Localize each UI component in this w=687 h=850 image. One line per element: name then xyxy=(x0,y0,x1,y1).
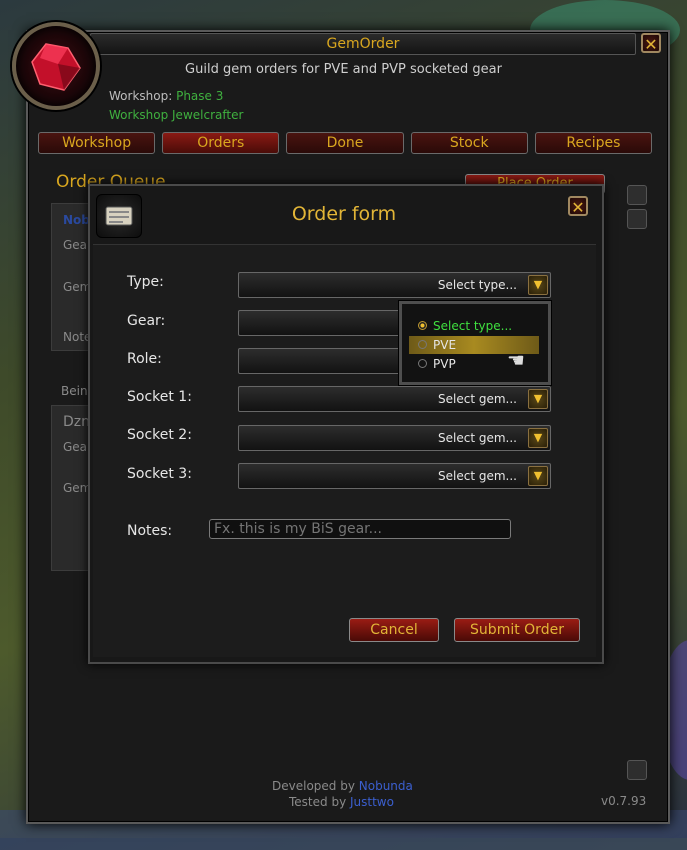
tester-credit: Tested by Justtwo xyxy=(289,795,394,809)
developer-name: Nobunda xyxy=(358,779,413,793)
option-label: PVE xyxy=(433,338,457,352)
card-gear-label: Gea xyxy=(63,238,88,252)
scroll-up-button[interactable] xyxy=(627,185,647,205)
type-value: Select type... xyxy=(437,278,517,292)
chevron-down-icon[interactable]: ▼ xyxy=(528,275,548,295)
card-gear-label: Gea xyxy=(63,440,88,454)
scroll-down-button[interactable] xyxy=(627,760,647,780)
notes-label: Notes: xyxy=(127,523,173,539)
workshop-label: Workshop: xyxy=(109,89,173,103)
tab-bar: Workshop Orders Done Stock Recipes xyxy=(38,132,653,156)
submit-order-button[interactable]: Submit Order xyxy=(454,618,580,642)
socket2-dropdown[interactable]: Select gem... ▼ xyxy=(238,425,551,451)
workshop-value: Phase 3 xyxy=(176,89,224,103)
socket1-dropdown[interactable]: Select gem... ▼ xyxy=(238,386,551,412)
option-label: PVP xyxy=(433,357,456,371)
tab-recipes[interactable]: Recipes xyxy=(534,132,653,154)
app-subtitle: Guild gem orders for PVE and PVP sockete… xyxy=(185,62,502,77)
radio-icon xyxy=(418,359,427,368)
cancel-button[interactable]: Cancel xyxy=(349,618,439,642)
card-name: Nob xyxy=(63,213,90,227)
socket2-label: Socket 2: xyxy=(127,427,192,443)
type-dropdown[interactable]: Select type... ▼ xyxy=(238,272,551,298)
tab-done[interactable]: Done xyxy=(286,132,404,154)
close-window-button[interactable]: ✕ xyxy=(641,33,661,54)
socket3-value: Select gem... xyxy=(438,469,517,483)
section-heading: Bein xyxy=(61,384,88,398)
tab-stock[interactable]: Stock xyxy=(410,132,528,154)
radio-selected-icon xyxy=(418,321,427,330)
option-select-type[interactable]: Select type... xyxy=(409,317,539,335)
gem-portrait-icon xyxy=(12,22,100,110)
scroll-handle[interactable] xyxy=(627,209,647,229)
socket1-label: Socket 1: xyxy=(127,389,192,405)
role-label: Role: xyxy=(127,351,162,367)
socket1-value: Select gem... xyxy=(438,392,517,406)
option-label: Select type... xyxy=(433,319,513,333)
chevron-down-icon[interactable]: ▼ xyxy=(528,428,548,448)
chevron-down-icon[interactable]: ▼ xyxy=(528,389,548,409)
tester-name: Justtwo xyxy=(350,795,394,809)
developer-prefix: Developed by xyxy=(272,779,355,793)
gear-label: Gear: xyxy=(127,313,166,329)
type-label: Type: xyxy=(127,274,164,290)
socket3-dropdown[interactable]: Select gem... ▼ xyxy=(238,463,551,489)
developer-credit: Developed by Nobunda xyxy=(272,779,413,793)
workshop-info: Workshop: Phase 3 xyxy=(109,89,223,103)
chevron-down-icon[interactable]: ▼ xyxy=(528,466,548,486)
version-label: v0.7.93 xyxy=(601,794,647,808)
dialog-title: Order form xyxy=(291,203,397,225)
notes-input[interactable] xyxy=(209,519,511,539)
close-dialog-button[interactable]: ✕ xyxy=(568,196,588,217)
socket3-label: Socket 3: xyxy=(127,466,192,482)
window-title: GemOrder xyxy=(90,33,636,55)
tab-orders[interactable]: Orders xyxy=(162,132,280,154)
tab-workshop[interactable]: Workshop xyxy=(38,132,156,154)
hand-cursor-icon: ☚ xyxy=(507,348,525,372)
socket2-value: Select gem... xyxy=(438,431,517,445)
radio-icon xyxy=(418,340,427,349)
tester-prefix: Tested by xyxy=(289,795,347,809)
user-role: Workshop Jewelcrafter xyxy=(109,108,244,122)
card-name: Dzn xyxy=(63,414,91,430)
